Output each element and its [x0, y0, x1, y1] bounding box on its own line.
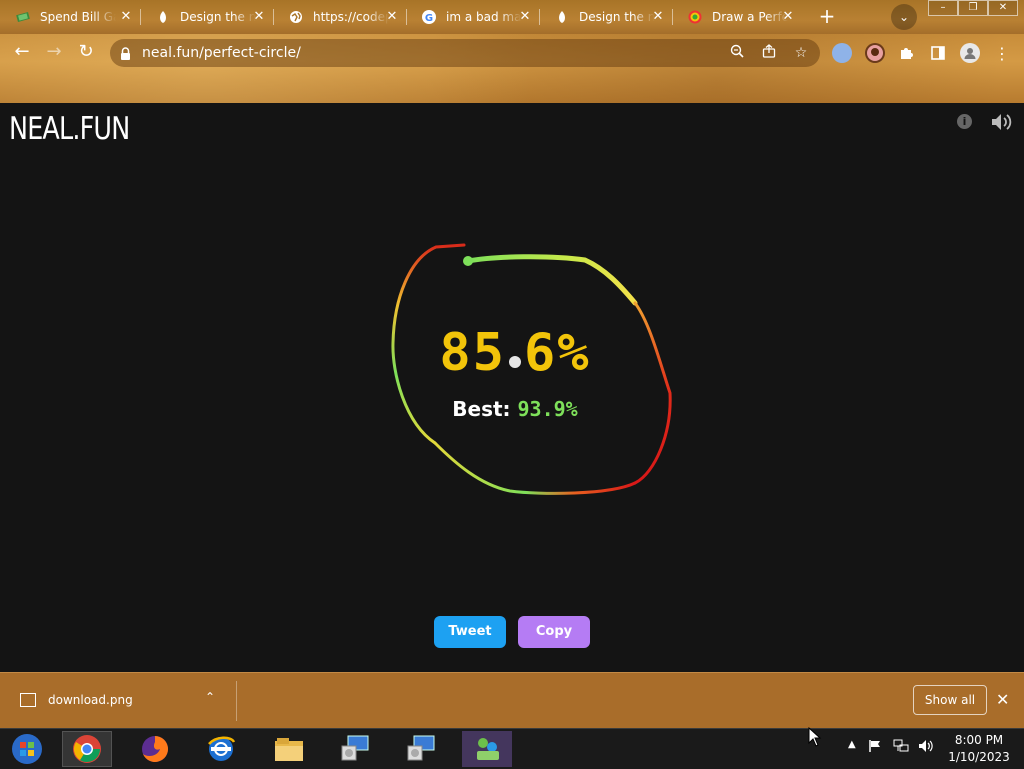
clock-date: 1/10/2023: [948, 750, 1010, 764]
ie-icon[interactable]: [196, 731, 246, 767]
score-fraction: 6%: [524, 323, 591, 383]
browser-toolbar: ← → ↻ neal.fun/perfect-circle/ ☆ ⋮: [0, 34, 1024, 103]
installer-icon[interactable]: [330, 731, 380, 767]
extension-flag-icon[interactable]: [832, 43, 852, 63]
network-icon[interactable]: [893, 739, 909, 757]
globe-icon: [289, 10, 303, 24]
reload-button[interactable]: ↻: [74, 40, 98, 64]
google-icon: G: [422, 10, 436, 24]
restore-button[interactable]: ❐: [958, 0, 988, 16]
show-all-button[interactable]: Show all: [913, 685, 987, 715]
tab-close-button[interactable]: ✕: [118, 9, 134, 25]
profile-avatar-icon[interactable]: [960, 43, 980, 63]
extension-avatar-icon[interactable]: [865, 43, 885, 63]
action-center-flag-icon[interactable]: [868, 739, 882, 757]
score-percentage: 85 6%: [390, 323, 640, 383]
menu-kebab-icon[interactable]: ⋮: [992, 43, 1012, 63]
svg-text:G: G: [425, 13, 433, 24]
tab-google-search[interactable]: G im a bad man ✕: [406, 3, 540, 31]
tab-title: Spend Bill Gates' Money: [40, 10, 116, 24]
window-controls: – ❐ ✕: [928, 0, 1018, 16]
download-shelf: download.png ⌃ Show all ✕: [0, 672, 1024, 729]
best-label: Best:: [452, 397, 511, 421]
system-clock[interactable]: 8:00 PM 1/10/2023: [946, 732, 1012, 766]
arrow-left-icon: ←: [14, 41, 30, 62]
network-app-icon[interactable]: [462, 731, 512, 767]
tab-title: Design the next iPhone: [579, 10, 655, 24]
file-explorer-icon[interactable]: [264, 731, 314, 767]
close-window-button[interactable]: ✕: [988, 0, 1018, 16]
new-tab-button[interactable]: +: [816, 5, 838, 27]
tab-codepen[interactable]: https://codepen.io ✕: [273, 3, 407, 31]
tab-title: im a bad man: [446, 10, 522, 24]
tab-close-button[interactable]: ✕: [780, 9, 796, 25]
tab-search-button[interactable]: ⌄: [891, 4, 917, 30]
tab-close-button[interactable]: ✕: [650, 9, 666, 25]
tab-title: Draw a Perfect Circle: [712, 10, 788, 24]
chevron-down-icon: ⌄: [898, 10, 910, 24]
sound-icon[interactable]: [990, 112, 1014, 132]
info-icon[interactable]: i: [957, 114, 972, 129]
chrome-icon[interactable]: [62, 731, 112, 767]
tab-design-iphone[interactable]: Design the next iPhone ✕: [140, 3, 274, 31]
arrow-right-icon: →: [46, 41, 62, 62]
zoom-icon[interactable]: [728, 44, 746, 62]
forward-button[interactable]: →: [42, 40, 66, 64]
tab-spend-money[interactable]: Spend Bill Gates' Money ✕: [0, 3, 141, 31]
url-text[interactable]: neal.fun/perfect-circle/: [142, 45, 301, 61]
clock-time: 8:00 PM: [954, 733, 1004, 747]
tab-strip: Spend Bill Gates' Money ✕ Design the nex…: [0, 0, 1024, 34]
lock-icon: [120, 46, 131, 60]
shelf-divider: [236, 681, 237, 721]
copy-button[interactable]: Copy: [518, 616, 590, 648]
share-icon[interactable]: [760, 44, 778, 62]
tab-close-button[interactable]: ✕: [384, 9, 400, 25]
site-logo[interactable]: NEAL.FUN: [9, 111, 130, 147]
chevron-up-icon[interactable]: ⌃: [205, 690, 215, 704]
installer-icon[interactable]: [396, 731, 446, 767]
windows-taskbar: ▲ 8:00 PM 1/10/2023: [0, 728, 1024, 769]
volume-icon[interactable]: [918, 739, 934, 757]
tab-close-button[interactable]: ✕: [251, 9, 267, 25]
reload-icon: ↻: [78, 41, 94, 62]
start-orb-icon[interactable]: [2, 731, 52, 767]
figure-icon: [555, 10, 569, 24]
money-icon: [16, 10, 30, 24]
tab-title: Design the next iPhone: [180, 10, 256, 24]
tab-close-button[interactable]: ✕: [517, 9, 533, 25]
bookmark-star-icon[interactable]: ☆: [792, 44, 810, 62]
score-integer: 85: [439, 323, 506, 383]
tab-perfect-circle[interactable]: Draw a Perfect Circle ✕: [672, 3, 802, 31]
close-icon[interactable]: ✕: [996, 690, 1009, 709]
page-content: NEAL.FUN i 85 6% Best: 93.9% Tweet Copy: [0, 103, 1024, 672]
chrome-target-icon: [688, 10, 702, 24]
tab-design-iphone-2[interactable]: Design the next iPhone ✕: [539, 3, 673, 31]
side-panel-icon[interactable]: [928, 43, 948, 63]
tab-title: https://codepen.io: [313, 10, 389, 24]
figure-icon: [156, 10, 170, 24]
decimal-dot: [509, 356, 521, 368]
tweet-button[interactable]: Tweet: [434, 616, 506, 648]
extensions-puzzle-icon[interactable]: [896, 43, 916, 63]
tray-expand-icon[interactable]: ▲: [848, 739, 856, 750]
address-bar[interactable]: neal.fun/perfect-circle/ ☆: [110, 39, 820, 67]
firefox-icon[interactable]: [130, 731, 180, 767]
back-button[interactable]: ←: [10, 40, 34, 64]
download-filename[interactable]: download.png: [48, 693, 133, 707]
best-value: 93.9%: [517, 397, 578, 421]
best-score: Best: 93.9%: [400, 397, 630, 421]
mouse-cursor-icon: [808, 727, 822, 747]
minimize-button[interactable]: –: [928, 0, 958, 16]
image-file-icon: [20, 693, 36, 707]
